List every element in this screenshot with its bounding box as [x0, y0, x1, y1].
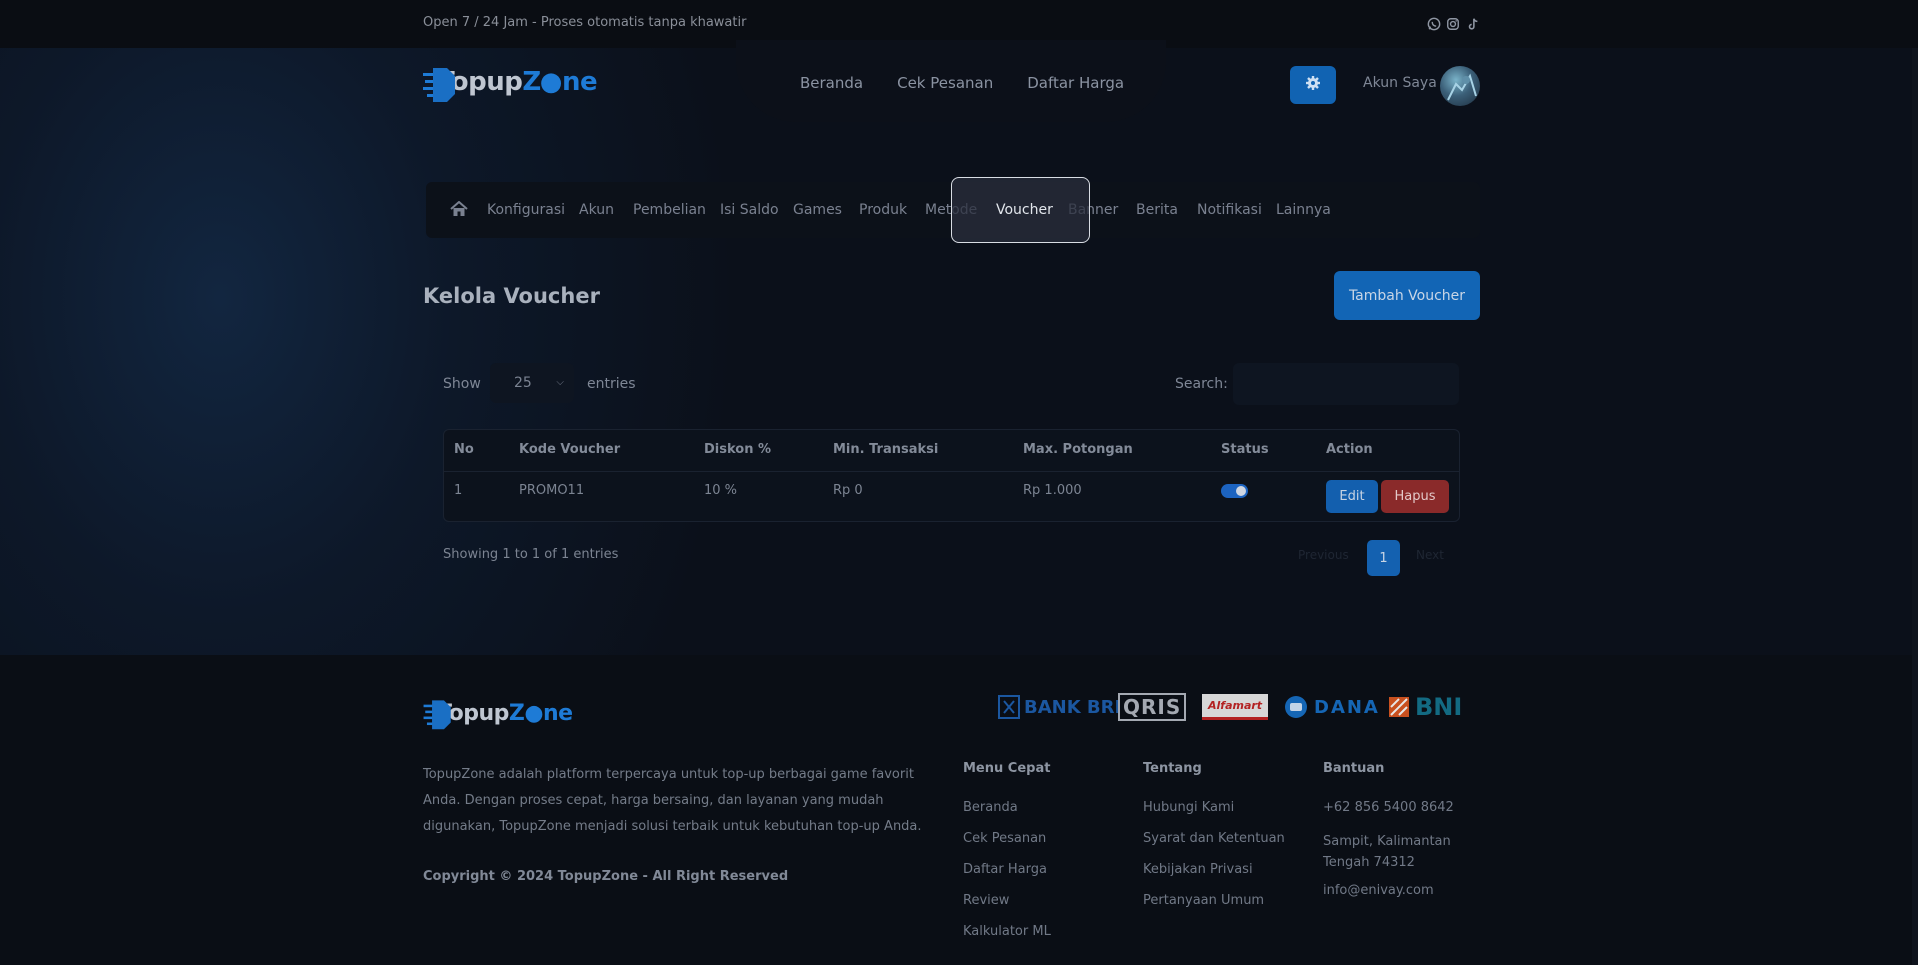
alfamart-text: Alfamart — [1202, 694, 1269, 720]
status-toggle[interactable] — [1221, 484, 1248, 498]
admin-nav-lainnya[interactable]: Lainnya — [1276, 202, 1331, 218]
brand-logo[interactable]: Topup Z ● ne — [423, 64, 598, 102]
footer-link-daftar-harga[interactable]: Daftar Harga — [963, 862, 1047, 877]
main-nav: Beranda Cek Pesanan Daftar Harga — [800, 74, 1124, 92]
admin-nav-konfigurasi[interactable]: Konfigurasi — [487, 202, 565, 218]
th-status[interactable]: Status — [1221, 442, 1269, 457]
pagination-page-1[interactable]: 1 — [1367, 540, 1400, 576]
qris-text: QRIS — [1118, 693, 1187, 721]
cell-min: Rp 0 — [833, 483, 863, 498]
bni-text: BNI — [1415, 693, 1463, 721]
tiktok-icon[interactable] — [1466, 17, 1480, 31]
cell-code: PROMO11 — [519, 483, 585, 498]
search-input[interactable] — [1233, 363, 1459, 405]
nav-cek-pesanan[interactable]: Cek Pesanan — [897, 74, 993, 92]
footer-link-kebijakan[interactable]: Kebijakan Privasi — [1143, 862, 1253, 877]
th-max-potongan[interactable]: Max. Potongan — [1023, 442, 1133, 457]
search-label: Search: — [1175, 376, 1228, 392]
th-kode-voucher[interactable]: Kode Voucher — [519, 442, 620, 457]
logo-o-icon: ● — [539, 67, 563, 97]
logo-text-ne: ne — [561, 67, 598, 97]
footer-logo-o-icon: ● — [524, 700, 544, 726]
scrollbar-track[interactable] — [1912, 48, 1918, 965]
admin-nav-pembelian[interactable]: Pembelian — [633, 202, 706, 218]
qris-logo: QRIS — [1118, 693, 1187, 721]
avatar[interactable] — [1440, 66, 1480, 106]
pagination-next[interactable]: Next — [1416, 548, 1444, 562]
footer-bantuan-title: Bantuan — [1323, 761, 1385, 776]
gear-icon — [1305, 75, 1321, 95]
logo-text-z: Z — [522, 67, 541, 97]
settings-button[interactable] — [1290, 66, 1336, 104]
chevron-down-icon: ⌵ — [556, 377, 564, 388]
footer-link-review[interactable]: Review — [963, 893, 1009, 908]
show-label: Show — [443, 376, 481, 392]
footer-description: TopupZone adalah platform terpercaya unt… — [423, 767, 922, 834]
footer-link-beranda[interactable]: Beranda — [963, 800, 1018, 815]
pagination-previous[interactable]: Previous — [1298, 548, 1349, 562]
dana-logo: DANA — [1284, 693, 1380, 721]
cell-no: 1 — [454, 483, 463, 498]
admin-nav-produk[interactable]: Produk — [859, 202, 907, 218]
admin-nav-akun[interactable]: Akun — [579, 202, 614, 218]
footer-phone: +62 856 5400 8642 — [1323, 800, 1454, 815]
dana-text: DANA — [1314, 696, 1380, 718]
add-voucher-button[interactable]: Tambah Voucher — [1334, 271, 1480, 320]
header-divider — [444, 471, 1459, 472]
nav-daftar-harga[interactable]: Daftar Harga — [1027, 74, 1124, 92]
page-title: Kelola Voucher — [423, 284, 600, 308]
entries-label: entries — [587, 376, 636, 392]
admin-nav-isi-saldo[interactable]: Isi Saldo — [720, 202, 779, 218]
footer-address: Sampit, Kalimantan Tengah 74312 — [1323, 834, 1451, 870]
delete-button[interactable]: Hapus — [1381, 480, 1449, 513]
edit-button[interactable]: Edit — [1326, 480, 1378, 513]
alfamart-logo: Alfamart — [1202, 693, 1269, 721]
cell-max: Rp 1.000 — [1023, 483, 1082, 498]
logo-mark-icon — [423, 64, 455, 102]
bni-logo: BNI — [1387, 693, 1462, 721]
footer-email[interactable]: info@enivay.com — [1323, 883, 1434, 898]
th-no[interactable]: No — [454, 442, 474, 457]
home-icon[interactable] — [450, 200, 468, 217]
footer-link-cek-pesanan[interactable]: Cek Pesanan — [963, 831, 1046, 846]
instagram-icon[interactable] — [1446, 17, 1460, 31]
admin-nav-games[interactable]: Games — [793, 202, 842, 218]
footer-menu-cepat-title: Menu Cepat — [963, 761, 1051, 776]
topbar-text: Open 7 / 24 Jam - Proses otomatis tanpa … — [423, 15, 747, 30]
bank-bri-logo: BANK BRI — [998, 693, 1121, 721]
footer — [0, 655, 1912, 965]
footer-logo-z: Z — [508, 700, 525, 726]
th-action: Action — [1326, 442, 1373, 457]
showing-info: Showing 1 to 1 of 1 entries — [443, 547, 619, 562]
footer-logo[interactable]: Topup Z ● ne — [423, 697, 573, 730]
footer-link-faq[interactable]: Pertanyaan Umum — [1143, 893, 1264, 908]
entries-select[interactable]: 25 ⌵ — [490, 363, 574, 403]
th-diskon[interactable]: Diskon % — [704, 442, 771, 457]
footer-link-kalkulator-ml[interactable]: Kalkulator ML — [963, 924, 1051, 939]
copyright: Copyright © 2024 TopupZone - All Right R… — [423, 869, 789, 884]
nav-beranda[interactable]: Beranda — [800, 74, 863, 92]
whatsapp-icon[interactable] — [1427, 17, 1441, 31]
footer-logo-mark-icon — [423, 697, 451, 730]
footer-tentang-title: Tentang — [1143, 761, 1202, 776]
entries-select-value: 25 — [514, 375, 532, 391]
account-label[interactable]: Akun Saya — [1363, 75, 1437, 91]
bank-bri-text: BANK BRI — [1024, 696, 1122, 718]
admin-nav-notifikasi[interactable]: Notifikasi — [1197, 202, 1262, 218]
admin-nav-berita[interactable]: Berita — [1136, 202, 1178, 218]
cell-discount: 10 % — [704, 483, 738, 498]
footer-link-hubungi-kami[interactable]: Hubungi Kami — [1143, 800, 1234, 815]
th-min-transaksi[interactable]: Min. Transaksi — [833, 442, 938, 457]
footer-logo-ne: ne — [543, 700, 573, 726]
admin-nav-voucher[interactable]: Voucher — [996, 202, 1053, 218]
footer-link-syarat[interactable]: Syarat dan Ketentuan — [1143, 831, 1285, 846]
page-background — [0, 48, 1918, 655]
